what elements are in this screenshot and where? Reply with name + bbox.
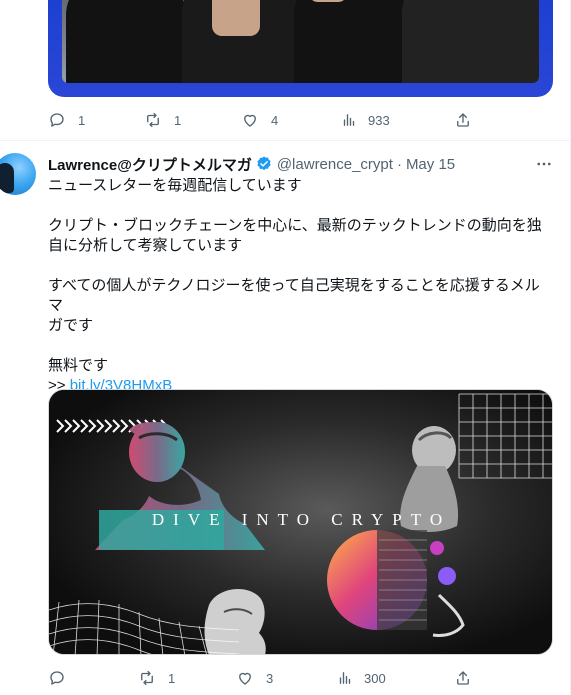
person-silhouette [66,0,186,83]
text-line: クリプト・ブロックチェーンを中心に、最新のテックトレンドの動向を独 [48,217,542,234]
tweet-media-image[interactable]: DIVE INTO CRYPTO [48,389,553,655]
previous-tweet-action-bar: 1 1 4 933 [48,108,478,132]
text-line: すべての個人がテクノロジーを使って自己実現をすることを応援するメルマ [48,277,540,314]
views-count: 933 [368,112,390,128]
reply-count: 1 [78,112,86,128]
tweet-separator [0,140,570,141]
like-count: 3 [266,670,274,686]
retweet-button[interactable]: 1 [138,666,175,690]
heart-icon [244,114,256,127]
retweet-button[interactable]: 1 [144,108,181,132]
like-button[interactable]: 3 [236,666,273,690]
like-count: 4 [271,112,279,128]
media-photo [62,0,539,83]
tweet-header: Lawrence@クリプトメルマガ @lawrence_crypt · May … [48,154,455,174]
views-icon [343,114,355,126]
reply-button[interactable]: 1 [48,108,85,132]
text-line: 自に分析して考察しています [48,237,243,254]
retweet-icon [147,112,159,128]
header-separator: · [396,155,402,173]
person-arm [212,0,260,36]
share-button[interactable] [454,108,472,132]
retweet-count: 1 [174,112,182,128]
statue-bottom [204,588,266,654]
avatar[interactable] [0,153,36,195]
tweet-text: ニュースレターを毎週配信しています クリプト・ブロックチェーンを中心に、最新のテ… [48,176,553,396]
text-line: 無料です [48,357,109,374]
person-silhouette [294,0,414,83]
more-icon [537,162,551,166]
tweet-date[interactable]: May 15 [406,156,455,173]
more-options-button[interactable] [533,154,555,174]
share-icon [457,671,469,685]
like-button[interactable]: 4 [241,108,278,132]
verified-badge-icon[interactable] [255,155,273,173]
views-count: 300 [364,670,386,686]
avatar-figure [0,163,14,193]
retweet-icon [141,670,153,686]
previous-tweet-media[interactable] [48,0,553,97]
timeline: 1 1 4 933 Lawrence@クリプトメルマガ @lawrence_cr… [0,0,571,695]
text-line: ガです [48,317,94,334]
reply-icon [50,671,64,685]
display-name[interactable]: Lawrence@クリプトメルマガ [48,154,252,175]
text-line: ニュースレターを毎週配信しています [48,177,302,194]
views-icon [339,672,351,684]
reply-button[interactable] [48,666,78,690]
share-icon [457,113,469,127]
views-button[interactable]: 933 [340,108,390,132]
reply-icon [50,113,64,127]
share-button[interactable] [454,666,472,690]
heart-icon [239,672,251,685]
tweet-action-bar: 1 3 300 [48,666,478,690]
person-silhouette [402,0,539,83]
media-title: DIVE INTO CRYPTO [151,510,452,529]
user-handle[interactable]: @lawrence_crypt [277,156,393,173]
retweet-count: 1 [168,670,176,686]
views-button[interactable]: 300 [336,666,386,690]
